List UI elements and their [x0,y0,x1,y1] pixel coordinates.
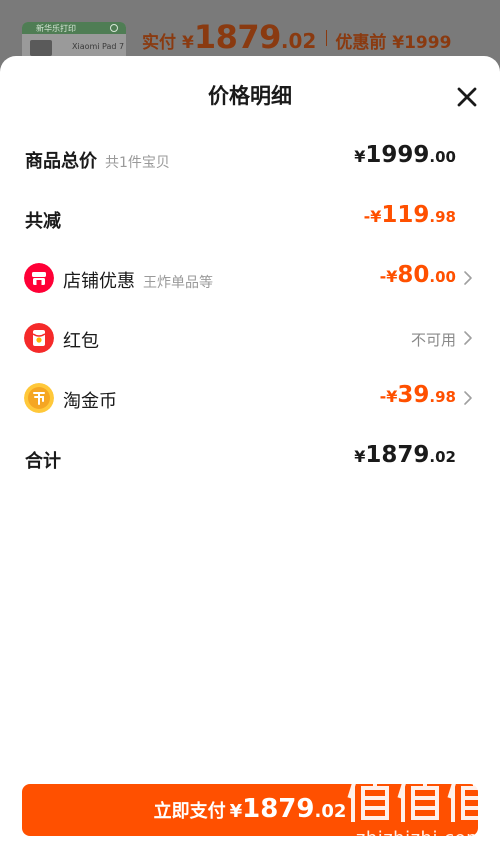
amount-integer: 1999 [365,142,430,168]
taojinbi-amount: -¥39.98 [380,382,456,408]
amount-integer: 80 [397,262,430,288]
paid-label: 实付 [142,33,176,53]
row-total-price: 商品总价 共1件宝贝 ¥1999.00 [0,138,500,178]
row-total-reduction: 共减 -¥119.98 [0,198,500,238]
reduction-amount: -¥119.98 [364,202,456,228]
pay-button-label: 立即支付 [153,801,226,822]
chevron-right-icon [464,391,472,405]
amount-integer: 119 [381,202,430,228]
close-icon[interactable] [456,86,478,108]
amount-integer: 1879 [365,442,430,468]
watermark-logo [397,777,441,822]
shop-discount-amount: -¥80.00 [380,262,456,288]
total-price-label: 商品总价 [25,151,97,172]
currency: -¥ [363,207,382,226]
amount-decimal: .02 [429,448,456,466]
pay-button-decimal: .02 [314,801,347,822]
red-packet-status: 不可用 [410,331,456,349]
before-discount-price: 优惠前 ¥1999 [335,33,452,53]
row-taojinbi[interactable]: 淘金币 -¥39.98 [0,378,500,418]
red-packet-label: 红包 [63,331,99,352]
sum-label: 合计 [25,451,61,472]
amount-integer: 39 [397,382,430,408]
pay-button-currency: ¥ [229,801,243,822]
chevron-right-icon [464,331,472,345]
amount-decimal: .00 [429,148,456,166]
row-sum: 合计 ¥1879.02 [0,438,500,478]
row-label: 商品总价 共1件宝贝 [25,147,170,173]
paid-integer: 1879 [193,18,282,56]
row-label: 店铺优惠 王炸单品等 [63,267,213,293]
taojinbi-label: 淘金币 [63,391,117,412]
watermark-logo [447,777,491,822]
paid-currency: ¥ [182,33,194,53]
amount-decimal: .98 [429,208,456,226]
amount-decimal: .00 [429,268,456,286]
chevron-right-icon [464,271,472,285]
reduction-label: 共减 [25,211,61,232]
device-image [30,40,52,56]
currency: ¥ [354,147,366,166]
red-packet-icon [24,323,54,353]
item-count: 共1件宝贝 [105,155,170,171]
background-paid-price: 实付 ¥1879.02 优惠前 ¥1999 [142,18,451,56]
thumbnail-band-icon [110,24,118,32]
shop-discount-sub: 王炸单品等 [143,275,213,291]
sheet-title: 价格明细 [208,84,292,108]
price-detail-sheet: 价格明细 商品总价 共1件宝贝 ¥1999.00 共减 -¥119.98 店铺优惠… [0,56,500,858]
total-price-amount: ¥1999.00 [354,142,456,168]
paid-decimal: .02 [280,29,317,53]
currency: -¥ [379,267,398,286]
sum-amount: ¥1879.02 [354,442,456,468]
thumbnail-band: 新华乐打印 [22,22,126,34]
currency: -¥ [379,387,398,406]
watermark-text: zhizhizhi.com [355,828,485,849]
watermark: zhizhizhi.com [345,776,495,852]
shop-icon [24,263,54,293]
row-red-packet[interactable]: 红包 不可用 [0,318,500,358]
pay-button-integer: 1879 [242,794,315,824]
thumbnail-band-text: 新华乐打印 [36,24,76,33]
currency: ¥ [354,447,366,466]
coin-icon [24,383,54,413]
row-shop-discount[interactable]: 店铺优惠 王炸单品等 -¥80.00 [0,258,500,298]
divider [326,30,328,46]
shop-discount-label: 店铺优惠 [63,271,135,292]
amount-decimal: .98 [429,388,456,406]
watermark-logo [347,777,391,822]
thumbnail-label: Xiaomi Pad 7 [72,42,125,51]
